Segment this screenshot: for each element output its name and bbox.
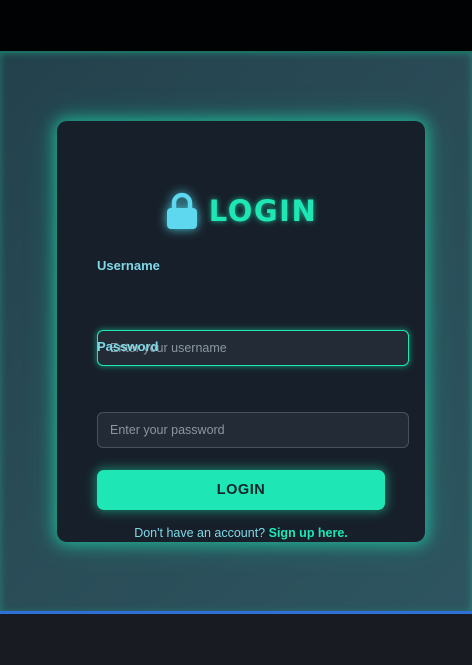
lock-icon — [165, 192, 199, 230]
bottom-dark-bar — [0, 614, 472, 665]
signup-prompt: Don't have an account? Sign up here. — [57, 526, 425, 540]
login-card: LOGIN Username Password LOGIN Don't have… — [57, 121, 425, 542]
login-button[interactable]: LOGIN — [97, 470, 385, 510]
signup-link[interactable]: Sign up here. — [269, 526, 348, 540]
top-glow-line — [0, 51, 472, 53]
page-title: LOGIN — [208, 194, 318, 228]
page-background: LOGIN Username Password LOGIN Don't have… — [0, 51, 472, 611]
password-input[interactable] — [97, 412, 409, 448]
username-label: Username — [97, 258, 160, 273]
signup-prompt-text: Don't have an account? — [134, 526, 269, 540]
password-label: Password — [97, 339, 159, 354]
login-header: LOGIN — [57, 191, 425, 231]
top-black-bar — [0, 0, 472, 51]
